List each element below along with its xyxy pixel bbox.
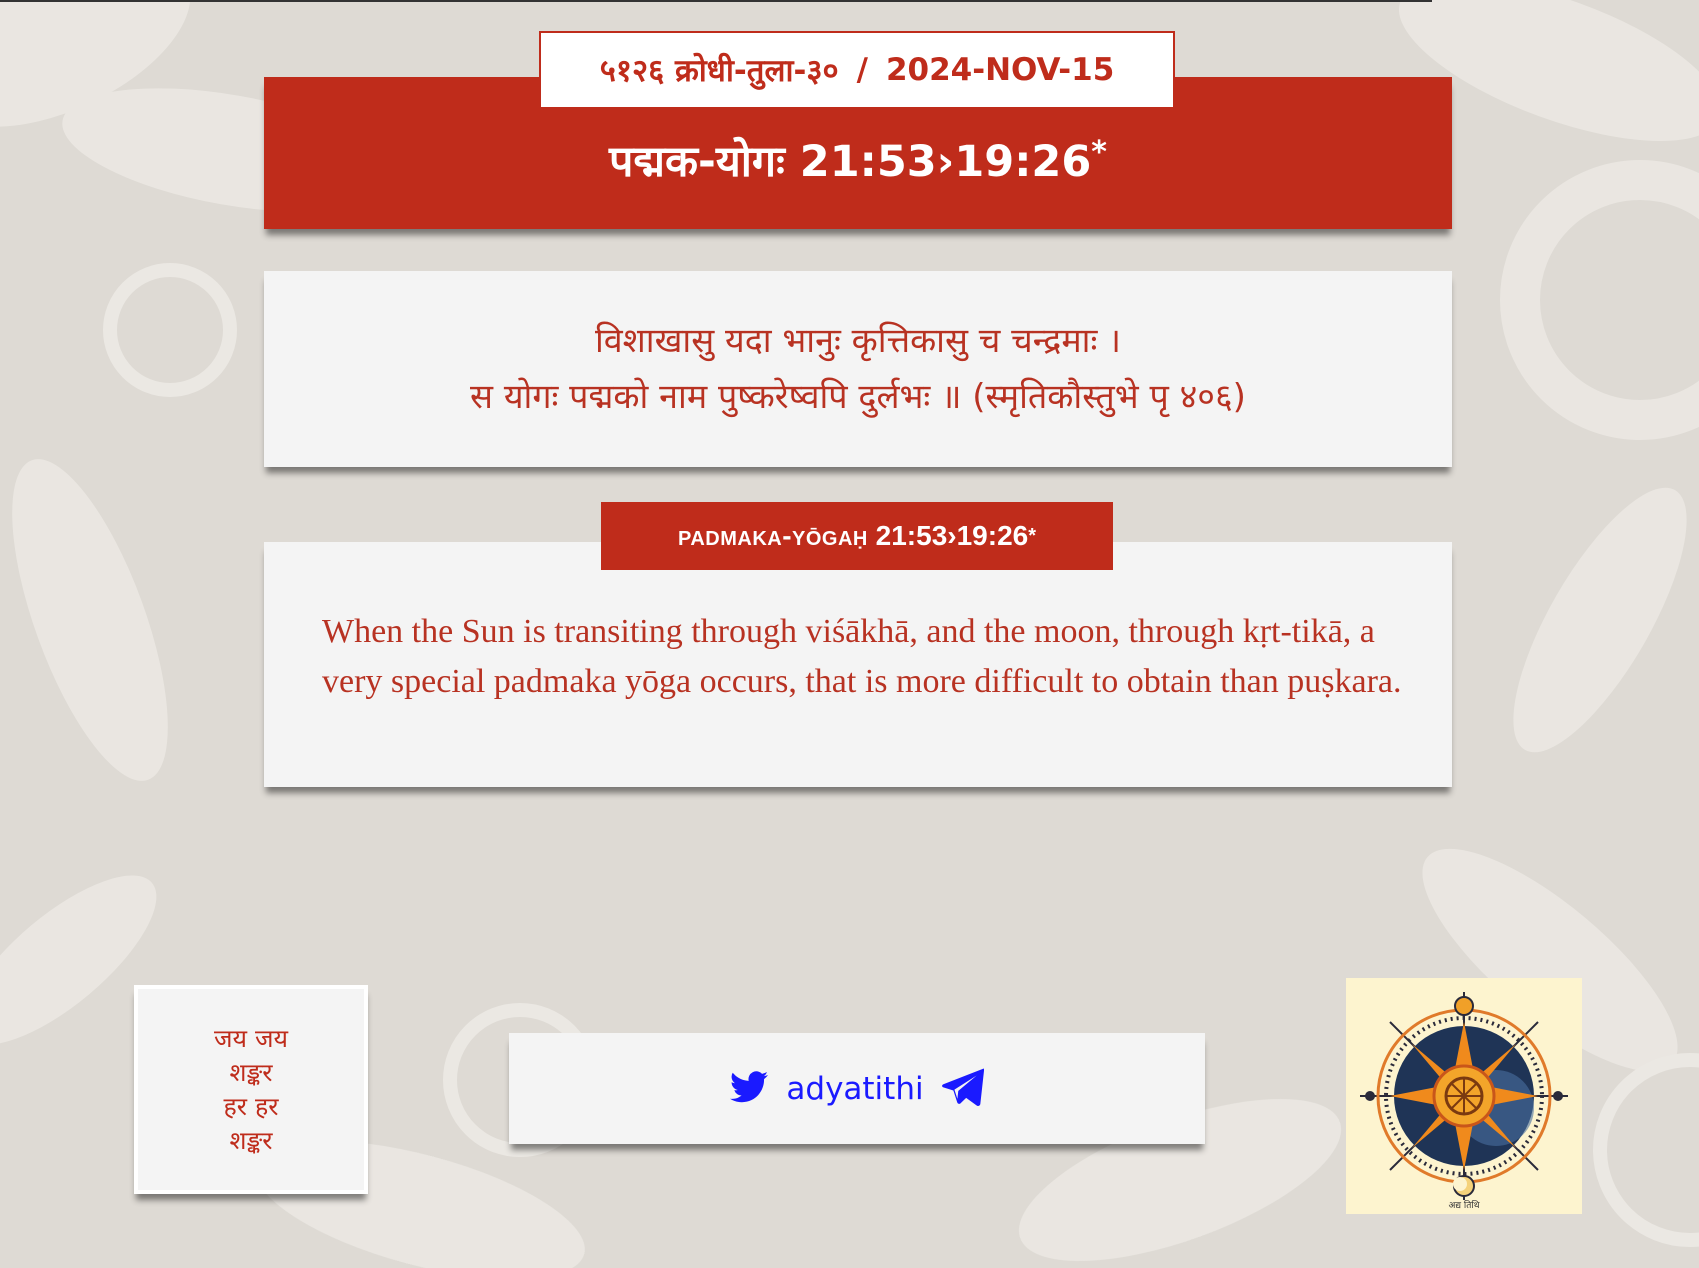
- translation-text: When the Sun is transiting through viśāk…: [322, 613, 1402, 700]
- shiva-line-3: हर हर: [223, 1091, 279, 1121]
- top-divider: [0, 0, 1432, 2]
- title-marker: *: [1091, 135, 1107, 170]
- title-text: पद्मक-योगः 21:53›19:26: [609, 137, 1092, 187]
- social-handle[interactable]: adyatithi: [786, 1071, 923, 1107]
- telegram-icon[interactable]: [941, 1067, 984, 1111]
- adyatithi-logo: अद्य तिथि: [1346, 978, 1582, 1214]
- translation-card: When the Sun is transiting through viśāk…: [264, 542, 1452, 787]
- logo-caption: अद्य तिथि: [1449, 1199, 1480, 1211]
- page-title: पद्मक-योगः 21:53›19:26*: [264, 132, 1452, 192]
- verse-card: विशाखासु यदा भानुः कृत्तिकासु च चन्द्रमा…: [264, 271, 1452, 467]
- shiva-line-4: शङ्कर: [229, 1125, 273, 1155]
- shiva-card: जय जय शङ्कर हर हर शङ्कर: [134, 985, 368, 1194]
- badge-name: Padmaka-yōgaḥ: [677, 520, 868, 551]
- shiva-line-1: जय जय: [213, 1023, 289, 1053]
- date-badge: ५१२६ क्रोधी-तुला-३० / 2024-NOV-15: [539, 31, 1175, 109]
- social-card: adyatithi: [509, 1033, 1205, 1144]
- verse-line-2: स योगः पद्मको नाम पुष्करेष्वपि दुर्लभः ॥…: [470, 377, 1246, 417]
- badge-time: 21:53›19:26: [875, 520, 1029, 551]
- gregorian-date: 2024-NOV-15: [885, 52, 1115, 88]
- shiva-line-2: शङ्कर: [229, 1057, 273, 1087]
- twitter-icon[interactable]: [730, 1070, 769, 1107]
- date-separator: /: [856, 52, 868, 88]
- verse-line-1: विशाखासु यदा भानुः कृत्तिकासु च चन्द्रमा…: [594, 321, 1122, 361]
- hindu-date: ५१२६ क्रोधी-तुला-३०: [599, 53, 839, 89]
- compass-sun-logo-icon: अद्य तिथि: [1360, 992, 1568, 1211]
- translation-badge: Padmaka-yōgaḥ 21:53›19:26 *: [601, 502, 1113, 570]
